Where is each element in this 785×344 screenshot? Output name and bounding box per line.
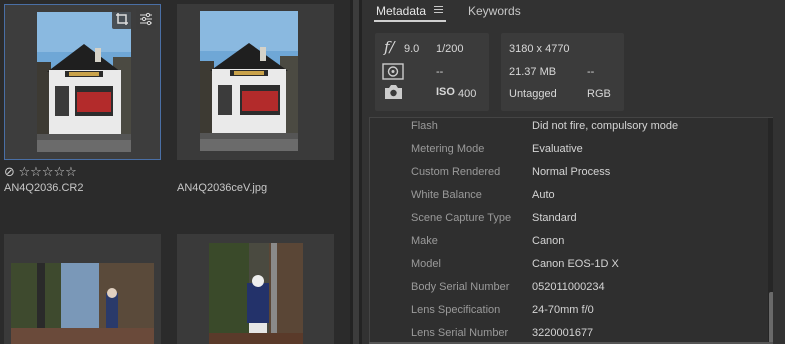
- metadata-key: Metering Mode: [411, 143, 485, 155]
- storefront-image: [37, 12, 131, 152]
- metadata-panel: Metadata Keywords f/ 9.0 1/200 -- ISO 40…: [362, 0, 785, 344]
- thumbnail-grid: ⊘ ☆☆☆☆☆ AN4Q2036.CR2 AN4Q2036ceV.jpg: [0, 0, 350, 344]
- metadata-value: Evaluative: [532, 143, 583, 155]
- scrollbar-thumb[interactable]: [769, 292, 773, 344]
- thumbnail-cell[interactable]: [177, 4, 334, 160]
- photo-thumbnail[interactable]: [11, 263, 154, 344]
- metadata-key: Model: [411, 258, 441, 270]
- photo-thumbnail[interactable]: [200, 11, 298, 151]
- metadata-key: Lens Serial Number: [411, 327, 509, 339]
- street-scene-image: [11, 263, 154, 344]
- metadata-row: Flash Did not fire, compulsory mode: [370, 118, 766, 141]
- metadata-value: Canon: [532, 235, 565, 247]
- label-status: Untagged: [509, 88, 557, 100]
- panel-tabs: Metadata Keywords: [362, 0, 785, 24]
- camera-summary-box: f/ 9.0 1/200 -- ISO 400: [375, 33, 489, 111]
- thumbnail-cell[interactable]: [4, 234, 161, 344]
- metadata-scrollbar[interactable]: [768, 118, 773, 344]
- metering-value: --: [436, 66, 444, 78]
- metadata-row: Metering Mode Evaluative: [370, 141, 766, 164]
- aperture-value: 9.0: [404, 43, 420, 55]
- metadata-key: White Balance: [411, 189, 482, 201]
- active-tab-indicator: [374, 20, 446, 22]
- metadata-row: Lens Specification 24-70mm f/0: [370, 302, 766, 325]
- menu-icon[interactable]: [434, 6, 443, 14]
- metadata-key: Flash: [411, 120, 438, 132]
- metadata-row: Custom Rendered Normal Process: [370, 164, 766, 187]
- storefront-image: [200, 11, 298, 151]
- metadata-value: Canon EOS-1D X: [532, 258, 619, 270]
- iso-value: 400: [458, 88, 477, 100]
- adjustments-icon[interactable]: [136, 9, 156, 29]
- color-profile: --: [587, 66, 595, 78]
- dimensions: 3180 x 4770: [509, 43, 570, 55]
- metering-icon: [382, 63, 404, 80]
- aperture-icon: f/: [384, 38, 395, 56]
- iso-label: ISO: [436, 86, 455, 98]
- metadata-key: Make: [411, 235, 438, 247]
- metadata-row: Scene Capture Type Standard: [370, 210, 766, 233]
- metadata-value: Standard: [532, 212, 577, 224]
- metadata-list: Flash Did not fire, compulsory mode Meter…: [369, 117, 773, 344]
- panel-divider[interactable]: [350, 0, 362, 344]
- metadata-value: 052011000234: [532, 281, 605, 293]
- thumbnail-filename: AN4Q2036ceV.jpg: [177, 182, 268, 194]
- statue-image: [209, 243, 303, 344]
- camera-icon: [382, 84, 404, 100]
- metadata-row: Make Canon: [370, 233, 766, 256]
- thumbnail-cell[interactable]: [4, 4, 161, 160]
- metadata-key: Scene Capture Type: [411, 212, 512, 224]
- shutter-speed: 1/200: [436, 43, 464, 55]
- metadata-value: Normal Process: [532, 166, 611, 178]
- metadata-value: 24-70mm f/0: [532, 304, 594, 316]
- metadata-key: Body Serial Number: [411, 281, 510, 293]
- color-mode: RGB: [587, 88, 611, 100]
- metadata-key: Lens Specification: [411, 304, 501, 316]
- tab-keywords[interactable]: Keywords: [468, 4, 521, 18]
- metadata-row: White Balance Auto: [370, 187, 766, 210]
- thumbnail-cell[interactable]: [177, 234, 334, 344]
- crop-icon[interactable]: [112, 9, 132, 29]
- metadata-row: Model Canon EOS-1D X: [370, 256, 766, 279]
- photo-thumbnail[interactable]: [209, 243, 303, 344]
- metadata-value: Auto: [532, 189, 555, 201]
- thumbnail-filename: AN4Q2036.CR2: [4, 182, 84, 194]
- metadata-row: Body Serial Number 052011000234: [370, 279, 766, 302]
- file-size: 21.37 MB: [509, 66, 557, 78]
- rating-stars[interactable]: ☆☆☆☆☆: [19, 164, 77, 179]
- tab-metadata[interactable]: Metadata: [376, 4, 426, 18]
- rating-row[interactable]: ⊘ ☆☆☆☆☆: [4, 164, 77, 180]
- photo-thumbnail[interactable]: [37, 12, 131, 152]
- metadata-key: Custom Rendered: [411, 166, 501, 178]
- metadata-value: 3220001677: [532, 327, 594, 339]
- reject-icon[interactable]: ⊘: [4, 164, 15, 179]
- file-summary-box: 3180 x 4770 21.37 MB -- Untagged RGB: [501, 33, 624, 111]
- metadata-value: Did not fire, compulsory mode: [532, 120, 679, 132]
